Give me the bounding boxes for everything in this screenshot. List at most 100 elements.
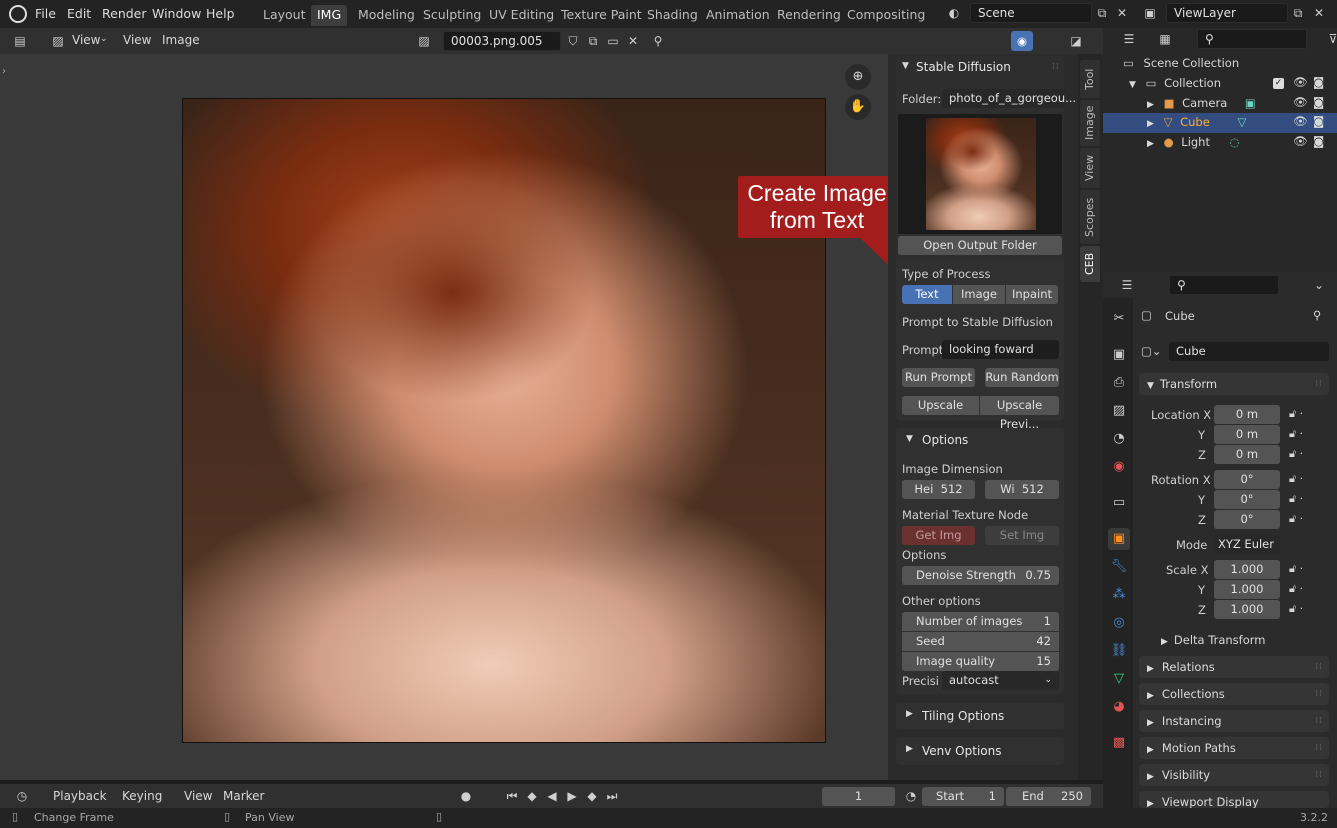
material-tab-icon[interactable]: ◕	[1108, 696, 1130, 718]
tab-compositing[interactable]: Compositing	[841, 6, 931, 23]
tab-sculpting[interactable]: Sculpting	[417, 6, 487, 23]
type-inpaint-button[interactable]: Inpaint	[1006, 285, 1058, 304]
collection-tab-icon[interactable]: ▭	[1108, 492, 1130, 514]
object-type-icon[interactable]: ▢⌄	[1141, 344, 1162, 358]
lock-icon[interactable]: 🔓︎ ·	[1289, 512, 1303, 526]
set-img-button[interactable]: Set Img	[985, 526, 1059, 545]
lock-icon[interactable]: 🔓︎ ·	[1289, 447, 1303, 461]
next-keyframe-icon[interactable]: ◆	[582, 786, 602, 806]
jump-start-icon[interactable]: ⏮	[502, 786, 522, 806]
editor-type-icon[interactable]: ☰	[1119, 29, 1139, 49]
folder-dropdown[interactable]: photo_of_a_gorgeou...	[942, 89, 1076, 108]
location-x-field[interactable]: 0 m	[1214, 405, 1280, 424]
tool-tab-icon[interactable]: ✂	[1108, 308, 1130, 330]
location-z-field[interactable]: 0 m	[1214, 445, 1280, 464]
render-tab-icon[interactable]: ▣	[1108, 344, 1130, 366]
outliner-search-input[interactable]: ⚲	[1197, 29, 1307, 49]
tab-rendering[interactable]: Rendering	[771, 6, 847, 23]
menu-image[interactable]: Image	[162, 33, 200, 47]
lock-icon[interactable]: 🔓︎ ·	[1289, 407, 1303, 421]
rotation-x-field[interactable]: 0°	[1214, 470, 1280, 489]
zoom-icon[interactable]: ⊕	[845, 64, 871, 90]
tab-tool[interactable]: Tool	[1080, 60, 1100, 98]
denoise-strength-field[interactable]: Denoise Strength 0.75	[902, 566, 1059, 585]
eye-icon[interactable]: 👁	[1293, 114, 1308, 128]
jump-end-icon[interactable]: ⏭	[602, 786, 622, 806]
outliner-row-camera[interactable]: ▶ ■ Camera ▣	[1147, 96, 1337, 114]
camera-render-icon[interactable]: ◙	[1313, 95, 1324, 109]
tab-ceb[interactable]: CEB	[1080, 246, 1100, 282]
collapse-chevron-icon[interactable]: ▼	[902, 61, 909, 71]
camera-render-icon[interactable]: ◙	[1313, 134, 1324, 148]
rotation-mode-dropdown[interactable]: XYZ Euler	[1214, 535, 1280, 554]
close-scene-icon[interactable]: ✕	[1112, 3, 1132, 23]
viewlayer-icon[interactable]: ▣	[1140, 3, 1160, 23]
copy-scene-icon[interactable]: ⧉	[1092, 3, 1112, 23]
current-frame-field[interactable]: 1	[822, 787, 895, 806]
upscale-preview-button[interactable]: Upscale Previ...	[980, 396, 1059, 431]
object-name-field[interactable]: Cube	[1169, 342, 1329, 361]
camera-render-icon[interactable]: ◙	[1313, 75, 1324, 89]
data-tab-icon[interactable]: ▽	[1108, 668, 1130, 690]
rotation-z-field[interactable]: 0°	[1214, 510, 1280, 529]
tiling-options-title[interactable]: Tiling Options	[922, 709, 1004, 723]
expand-chevron-icon[interactable]: ▶	[1147, 100, 1154, 110]
menu-marker[interactable]: Marker	[223, 789, 264, 803]
filter-icon[interactable]: ⊽	[1323, 29, 1337, 49]
editor-type-icon[interactable]: ☰	[1117, 275, 1137, 295]
constraints-tab-icon[interactable]: ⛓	[1108, 640, 1130, 662]
scene-tab-icon[interactable]: ◔	[1108, 428, 1130, 450]
end-frame-field[interactable]: End 250	[1006, 787, 1091, 806]
view-mode-icon[interactable]: ▨	[48, 31, 68, 51]
prompt-input[interactable]: looking foward	[942, 340, 1059, 359]
play-icon[interactable]: ▶	[562, 786, 582, 806]
number-of-images-field[interactable]: Number of images 1	[902, 612, 1059, 631]
run-random-button[interactable]: Run Random	[985, 368, 1059, 387]
fake-user-icon[interactable]: ⛉	[563, 31, 583, 51]
tab-layout[interactable]: Layout	[257, 6, 312, 23]
collection-checkbox-icon[interactable]: ✓	[1273, 78, 1284, 89]
editor-type-icon[interactable]: ◷	[12, 786, 32, 806]
display-mode-icon[interactable]: ▦	[1155, 29, 1175, 49]
tab-texture-paint[interactable]: Texture Paint	[555, 6, 648, 23]
tab-shading[interactable]: Shading	[641, 6, 704, 23]
view-mode-dropdown[interactable]: View	[72, 33, 100, 47]
image-browse-icon[interactable]: ▨	[414, 31, 434, 51]
type-text-button[interactable]: Text	[902, 285, 952, 304]
lock-icon[interactable]: 🔓︎ ·	[1289, 582, 1303, 596]
chevron-right-icon[interactable]: ›	[2, 66, 6, 77]
collections-section[interactable]: ▶ Collections ⁞⁞	[1139, 683, 1329, 705]
expand-chevron-icon[interactable]: ▶	[1147, 119, 1154, 129]
camera-render-icon[interactable]: ◙	[1313, 114, 1324, 128]
menu-window[interactable]: Window	[152, 6, 201, 21]
eye-icon[interactable]: 👁	[1293, 75, 1308, 89]
seed-field[interactable]: Seed 42	[902, 632, 1059, 651]
eye-icon[interactable]: 👁	[1293, 95, 1308, 109]
chevron-down-icon[interactable]: ⌄	[1309, 275, 1329, 295]
scene-field[interactable]: Scene	[970, 3, 1092, 23]
menu-keying[interactable]: Keying	[122, 789, 162, 803]
properties-search-input[interactable]: ⚲	[1169, 275, 1279, 295]
record-icon[interactable]: ●	[456, 786, 476, 806]
object-tab-icon[interactable]: ▣	[1108, 528, 1130, 550]
overlay-toggle-icon[interactable]: ◉	[1011, 31, 1033, 51]
menu-view[interactable]: View	[184, 789, 212, 803]
tab-modeling[interactable]: Modeling	[352, 6, 421, 23]
close-viewlayer-icon[interactable]: ✕	[1309, 3, 1329, 23]
lock-icon[interactable]: 🔓︎ ·	[1289, 602, 1303, 616]
venv-options-panel[interactable]: ▶ Venv Options	[896, 737, 1064, 765]
lock-icon[interactable]: 🔓︎ ·	[1289, 562, 1303, 576]
width-field[interactable]: Wi 512	[985, 480, 1059, 499]
lock-icon[interactable]: 🔓︎ ·	[1289, 472, 1303, 486]
transform-header[interactable]: ▼ Transform ⁞⁞	[1139, 373, 1329, 395]
scene-collection-row[interactable]: ▭ Scene Collection	[1123, 56, 1333, 74]
precision-dropdown[interactable]: autocast ⌄	[942, 671, 1059, 690]
run-prompt-button[interactable]: Run Prompt	[902, 368, 975, 387]
play-reverse-icon[interactable]: ◀	[542, 786, 562, 806]
motion-paths-section[interactable]: ▶ Motion Paths ⁞⁞	[1139, 737, 1329, 759]
options-title[interactable]: Options	[922, 433, 968, 447]
outliner-row-cube-content[interactable]: ▶ ▽ Cube ▽	[1147, 115, 1337, 133]
viewlayer-field[interactable]: ViewLayer	[1166, 3, 1288, 23]
modifier-tab-icon[interactable]: 🔧︎	[1108, 556, 1130, 578]
editor-type-icon[interactable]: ▤	[10, 31, 30, 51]
